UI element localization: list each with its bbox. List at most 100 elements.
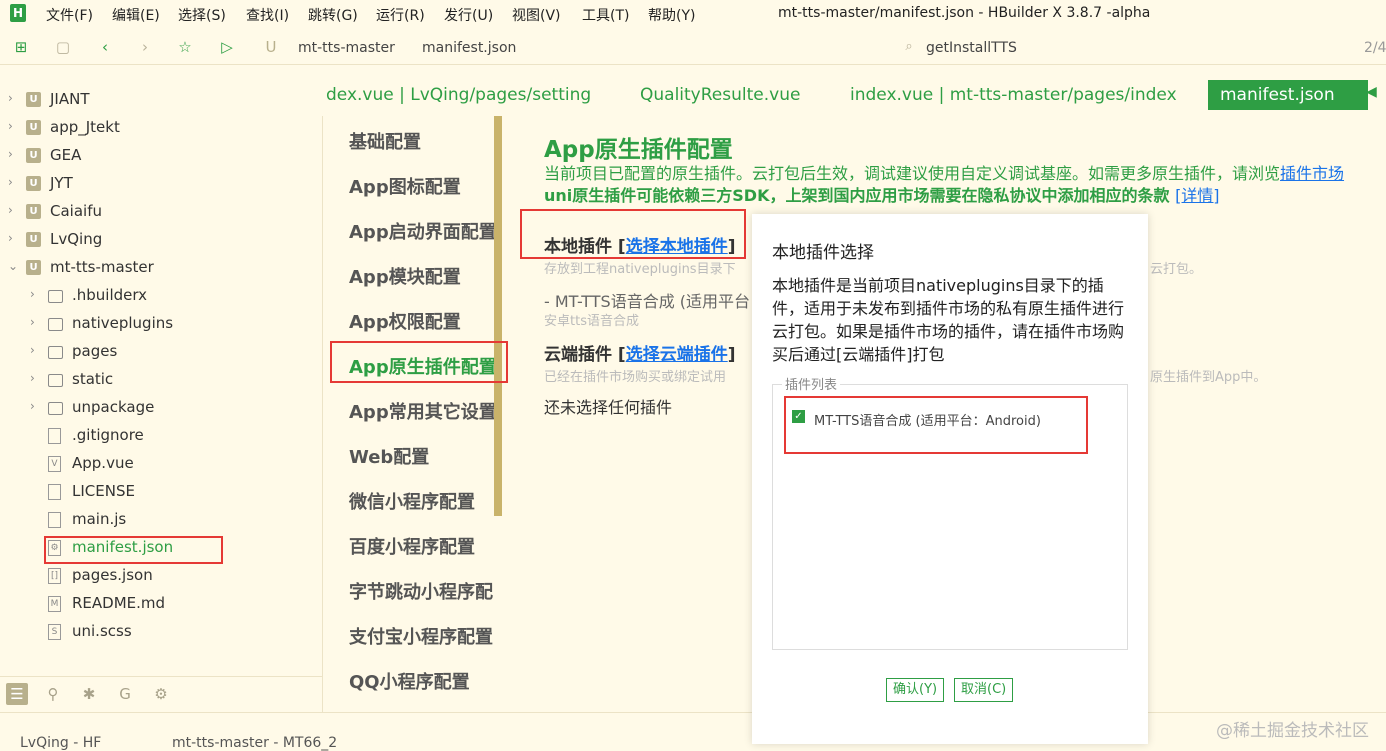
project-icon: U xyxy=(26,120,41,135)
nav-app-other[interactable]: App常用其它设置 xyxy=(349,398,497,424)
menu-help[interactable]: 帮助(Y) xyxy=(648,5,695,25)
local-plugins-hint-tail: 云打包。 xyxy=(1150,262,1203,277)
breadcrumb-file[interactable]: manifest.json xyxy=(422,40,516,56)
chevron-down-icon[interactable]: ⌄ xyxy=(8,259,18,273)
watermark: @稀土掘金技术社区 xyxy=(1216,721,1369,741)
chevron-right-icon[interactable]: › xyxy=(30,399,35,413)
tree-item-app-jtekt[interactable]: › Uapp_Jtekt xyxy=(0,114,322,142)
tab-index[interactable]: index.vue | mt-tts-master/pages/index xyxy=(838,80,1189,110)
tree-item-pages[interactable]: › pages xyxy=(0,338,322,366)
nav-app-permissions[interactable]: App权限配置 xyxy=(349,308,461,334)
highlight-nav xyxy=(330,341,508,383)
menu-edit[interactable]: 编辑(E) xyxy=(112,5,160,25)
dialog-description: 本地插件是当前项目nativeplugins目录下的插件，适用于未发布到插件市场… xyxy=(772,276,1125,364)
details-link[interactable]: [详情] xyxy=(1175,186,1220,205)
tree-item-readme-md[interactable]: M README.md xyxy=(0,590,322,618)
warning-text: uni原生插件可能依赖三方SDK，上架到国内应用市场需要在隐私协议中添加相应的条… xyxy=(544,186,1170,205)
confirm-button[interactable]: 确认(Y) xyxy=(886,678,945,702)
nav-weixin[interactable]: 微信小程序配置 xyxy=(349,488,475,514)
local-plugin-entry: - MT-TTS语音合成 (适用平台 xyxy=(544,292,751,311)
nav-baidu[interactable]: 百度小程序配置 xyxy=(349,533,475,559)
tree-item-nativeplugins[interactable]: › nativeplugins xyxy=(0,310,322,338)
tree-item-license[interactable]: LICENSE xyxy=(0,478,322,506)
chevron-right-icon[interactable]: › xyxy=(8,91,13,105)
cloud-plugins-heading: 云端插件 [选择云端插件] xyxy=(544,345,736,365)
chevron-right-icon[interactable]: › xyxy=(30,287,35,301)
section-description: 当前项目已配置的原生插件。云打包后生效，调试建议使用自定义调试基座。如需更多原生… xyxy=(544,160,1344,184)
binoculars-icon[interactable]: ⚲ xyxy=(42,683,64,705)
tree-item-label: mt-tts-master xyxy=(50,258,154,276)
search-text[interactable]: getInstallTTS xyxy=(926,40,1017,56)
tree-item-gitignore[interactable]: .gitignore xyxy=(0,422,322,450)
menu-publish[interactable]: 发行(U) xyxy=(444,5,493,25)
star-icon[interactable]: ☆ xyxy=(176,38,194,56)
nav-scrollbar[interactable] xyxy=(494,116,502,516)
chevron-right-icon[interactable]: › xyxy=(30,371,35,385)
back-icon[interactable]: ‹ xyxy=(96,38,114,56)
nav-app-modules[interactable]: App模块配置 xyxy=(349,263,461,289)
menu-find[interactable]: 查找(I) xyxy=(246,5,289,25)
tree-item-caiaifu[interactable]: › U Caiaifu xyxy=(0,198,322,226)
nav-basic[interactable]: 基础配置 xyxy=(349,128,421,154)
plugin-icon[interactable]: ⚙ xyxy=(150,683,172,705)
menu-goto[interactable]: 跳转(G) xyxy=(308,5,358,25)
nav-web[interactable]: Web配置 xyxy=(349,443,429,469)
run-icon[interactable]: ▷ xyxy=(218,38,236,56)
tree-item-uni-scss[interactable]: Suni.scss xyxy=(0,618,322,646)
tree-item-label: JIANT xyxy=(50,90,90,108)
menu-select[interactable]: 选择(S) xyxy=(178,5,226,25)
project-icon: U xyxy=(26,92,41,107)
tree-item-label: README.md xyxy=(72,594,166,612)
tree-item-jyt[interactable]: › U JYT xyxy=(0,170,322,198)
nav-qq[interactable]: QQ小程序配置 xyxy=(349,668,470,694)
nav-app-icon[interactable]: App图标配置 xyxy=(349,173,461,199)
plugin-market-link[interactable]: 插件市场 xyxy=(1280,164,1344,183)
new-file-icon[interactable]: ⊞ xyxy=(12,38,30,56)
git-icon[interactable]: G xyxy=(114,683,136,705)
tree-item-label: GEA xyxy=(50,146,82,164)
tree-item-gea[interactable]: › U GEA xyxy=(0,142,322,170)
tab-scroll-left-icon[interactable]: ◀ xyxy=(1366,84,1377,100)
tree-item-lvqing[interactable]: › U LvQing xyxy=(0,226,322,254)
cancel-button[interactable]: 取消(C) xyxy=(954,678,1014,702)
menu-tools[interactable]: 工具(T) xyxy=(582,5,629,25)
tree-item-jiant[interactable]: › U JIANT xyxy=(0,86,322,114)
menu-view[interactable]: 视图(V) xyxy=(512,5,561,25)
chevron-right-icon[interactable]: › xyxy=(8,231,13,245)
tree-item-label: Caiaifu xyxy=(50,202,102,220)
nav-app-splash[interactable]: App启动界面配置 xyxy=(349,218,497,244)
menu-file[interactable]: 文件(F) xyxy=(46,5,93,25)
project-manager-icon[interactable]: ☰ xyxy=(6,683,28,705)
chevron-right-icon[interactable]: › xyxy=(30,315,35,329)
chevron-right-icon[interactable]: › xyxy=(8,175,13,189)
tab-setting[interactable]: dex.vue | LvQing/pages/setting xyxy=(314,80,603,110)
local-plugins-hint: 存放到工程nativeplugins目录下 xyxy=(544,262,736,277)
chevron-right-icon[interactable]: › xyxy=(8,119,13,133)
save-icon[interactable]: ▢ xyxy=(54,38,72,56)
chevron-right-icon[interactable]: › xyxy=(30,343,35,357)
breadcrumb-project[interactable]: mt-tts-master xyxy=(298,40,395,56)
tree-item-app-vue[interactable]: V App.vue xyxy=(0,450,322,478)
tree-item-main-js[interactable]: main.js xyxy=(0,506,322,534)
tab-quality[interactable]: QualityResulte.vue xyxy=(628,80,812,110)
forward-icon[interactable]: › xyxy=(136,38,154,56)
tab-manifest[interactable]: manifest.json xyxy=(1208,80,1368,110)
menu-run[interactable]: 运行(R) xyxy=(376,5,425,25)
menu-bar: H 文件(F) 编辑(E) 选择(S) 查找(I) 跳转(G) 运行(R) 发行… xyxy=(0,0,1386,28)
debug-icon[interactable]: ✱ xyxy=(78,683,100,705)
chevron-right-icon[interactable]: › xyxy=(8,147,13,161)
select-cloud-plugin-link[interactable]: 选择云端插件 xyxy=(626,345,728,365)
description-text: 当前项目已配置的原生插件。云打包后生效，调试建议使用自定义调试基座。如需更多原生… xyxy=(544,164,1281,183)
chevron-right-icon[interactable]: › xyxy=(8,203,13,217)
tree-item-pages-json[interactable]: [] pages.json xyxy=(0,562,322,590)
file-icon: V xyxy=(48,456,61,472)
tree-item-static[interactable]: › static xyxy=(0,366,322,394)
folder-icon xyxy=(48,318,63,331)
tree-item-hbuilderx[interactable]: › .hbuilderx xyxy=(0,282,322,310)
project-icon: U xyxy=(26,260,41,275)
tree-item-label: pages.json xyxy=(72,566,153,584)
nav-alipay[interactable]: 支付宝小程序配置 xyxy=(349,623,493,649)
tree-item-unpackage[interactable]: › unpackage xyxy=(0,394,322,422)
tree-item-mt-tts-master[interactable]: ⌄ Umt-tts-master xyxy=(0,254,322,282)
nav-toutiao[interactable]: 字节跳动小程序配 xyxy=(349,578,493,604)
